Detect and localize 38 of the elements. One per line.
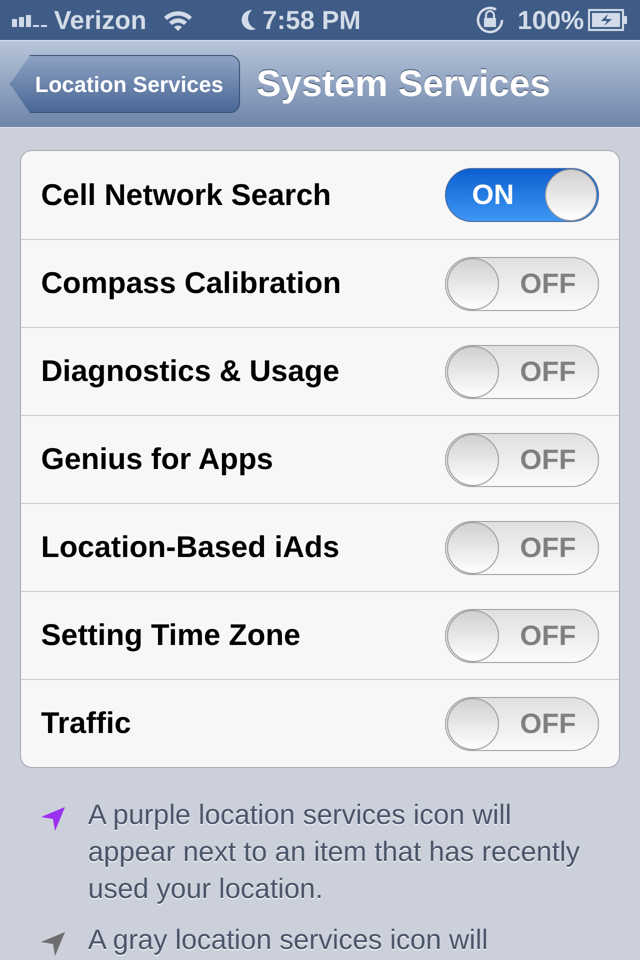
toggle-off-text: OFF [520, 354, 576, 388]
toggle-knob [447, 434, 499, 486]
toggle-off-text: OFF [520, 618, 576, 652]
setting-label: Setting Time Zone [41, 618, 300, 654]
toggle-switch[interactable]: OFF [445, 256, 599, 310]
setting-label: Cell Network Search [41, 178, 332, 214]
toggle-switch[interactable]: ON [445, 168, 599, 222]
setting-label: Traffic [41, 706, 132, 742]
toggle-switch[interactable]: OFF [445, 696, 599, 750]
toggle-knob [545, 169, 597, 221]
rotation-lock-icon [474, 4, 506, 36]
toggle-knob [447, 346, 499, 398]
toggle-knob [447, 522, 499, 574]
note-text: A purple location services icon will appear next to an item that has recently used your location. [88, 798, 581, 906]
toggle-off-text: OFF [520, 706, 576, 740]
toggle-switch[interactable]: OFF [445, 432, 599, 486]
note-text: A gray location services icon will [88, 923, 488, 957]
setting-label: Genius for Apps [41, 442, 274, 478]
toggle-switch[interactable]: OFF [445, 520, 599, 574]
toggle-knob [447, 258, 499, 310]
toggle-knob [447, 698, 499, 750]
toggle-switch[interactable]: OFF [445, 608, 599, 662]
signal-icon [12, 13, 50, 27]
toggle-off-text: OFF [520, 530, 576, 564]
status-time: 7:58 PM [262, 4, 361, 36]
battery-percent: 100% [518, 4, 584, 36]
toggle-off-text: OFF [520, 442, 576, 476]
carrier-name: Verizon [54, 4, 146, 36]
setting-label: Compass Calibration [41, 266, 342, 302]
toggle-on-text: ON [472, 178, 514, 212]
screen-title: System Services [256, 62, 550, 106]
battery-icon [588, 9, 628, 31]
setting-label: Location-Based iAds [41, 530, 340, 566]
toggle-off-text: OFF [520, 266, 576, 300]
toggle-switch[interactable]: OFF [445, 344, 599, 398]
back-button[interactable]: Location Services [10, 55, 240, 113]
setting-label: Diagnostics & Usage [41, 354, 340, 390]
toggle-knob [447, 610, 499, 662]
